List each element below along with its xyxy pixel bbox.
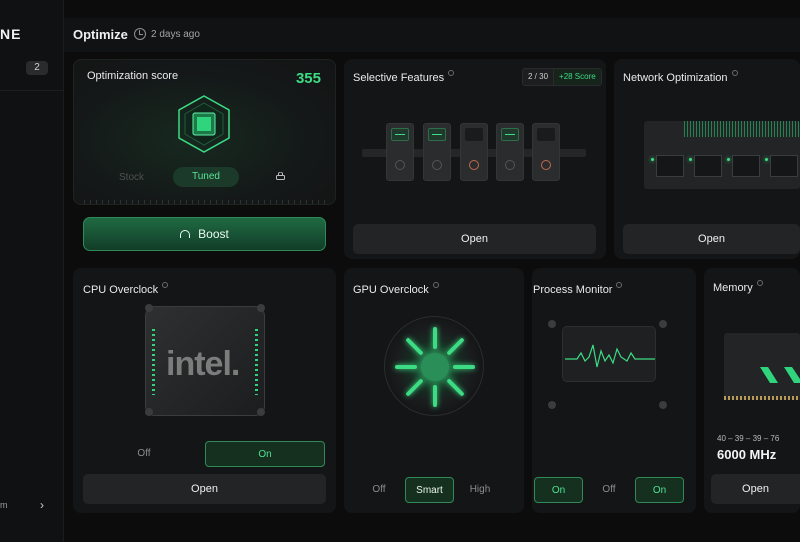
- gpu-overclock-title: GPU Overclock: [353, 282, 439, 296]
- monitor-stud: [548, 401, 556, 409]
- cpu-open-button[interactable]: Open: [83, 474, 326, 504]
- process-monitor-title: Process Monitor: [533, 282, 623, 296]
- mode-tuned-option[interactable]: Tuned: [173, 167, 239, 187]
- feature-switch-3[interactable]: [460, 123, 488, 181]
- feature-switch-1[interactable]: [386, 123, 414, 181]
- page-title: Optimize: [73, 27, 128, 42]
- cpu-overclock-title: CPU Overclock: [83, 282, 169, 296]
- ram-stripes: [760, 367, 800, 383]
- gpu-off-option[interactable]: Off: [362, 477, 396, 503]
- gauge-icon: [180, 230, 191, 238]
- cpu-overclock-toggle: Off On: [83, 441, 326, 467]
- sidebar-footer-label[interactable]: m: [0, 500, 8, 510]
- cpu-chip-illustration: intel.: [145, 306, 265, 416]
- ram-pins: [724, 396, 800, 400]
- info-icon[interactable]: [616, 282, 623, 288]
- network-port: [651, 155, 684, 177]
- sidebar-count-badge: 2: [26, 61, 48, 75]
- feature-switch-2[interactable]: [423, 123, 451, 181]
- cpu-overclock-card: CPU Overclock intel. Off On Open: [73, 268, 336, 513]
- network-wave: [684, 121, 800, 137]
- process-waveform-display: [562, 326, 656, 382]
- memory-timings: 40 – 39 – 39 – 76: [717, 434, 780, 443]
- memory-title: Memory: [713, 280, 763, 294]
- network-port: [689, 155, 722, 177]
- mode-stock-option[interactable]: Stock: [119, 172, 144, 183]
- chip-stud: [257, 408, 265, 416]
- optimization-score-label: Optimization score: [87, 70, 179, 82]
- process-on-option-2[interactable]: On: [635, 477, 684, 503]
- network-optimization-card: Network Optimization Open: [614, 59, 800, 259]
- feature-switch-5[interactable]: [532, 123, 560, 181]
- gpu-overclock-title-text: GPU Overclock: [353, 284, 429, 296]
- info-icon[interactable]: [756, 280, 763, 286]
- network-port: [727, 155, 760, 177]
- network-open-button[interactable]: Open: [623, 224, 800, 254]
- chevron-right-icon[interactable]: ›: [40, 498, 44, 512]
- chip-hex-icon: [178, 95, 230, 153]
- cpu-off-option[interactable]: Off: [83, 441, 205, 467]
- chip-stud: [145, 408, 153, 416]
- info-icon[interactable]: [162, 282, 169, 288]
- features-count-badge: 2 / 30 +28 Score: [522, 68, 602, 86]
- network-optimization-title-text: Network Optimization: [623, 72, 728, 84]
- network-switch-illustration: [644, 121, 800, 189]
- score-tick-scale: [84, 200, 327, 204]
- features-count: 2 / 30: [523, 69, 555, 85]
- brand-logo-text: NE: [0, 26, 22, 42]
- last-updated-text: 2 days ago: [151, 29, 200, 40]
- memory-card: Memory 40 – 39 – 39 – 76 6000 MHz Open: [704, 268, 800, 513]
- page-header: Optimize 2 days ago: [64, 18, 800, 52]
- lock-icon[interactable]: [276, 172, 285, 180]
- feature-switch-4[interactable]: [496, 123, 524, 181]
- memory-title-text: Memory: [713, 282, 753, 294]
- ram-module-illustration: [724, 333, 800, 399]
- info-icon[interactable]: [432, 282, 439, 288]
- info-icon[interactable]: [731, 70, 738, 76]
- selective-features-title-text: Selective Features: [353, 72, 445, 84]
- monitor-stud: [659, 401, 667, 409]
- chip-stud: [145, 304, 153, 312]
- boost-button[interactable]: Boost: [83, 217, 326, 251]
- cpu-on-option[interactable]: On: [205, 441, 325, 467]
- selective-features-open-button[interactable]: Open: [353, 224, 596, 254]
- memory-open-button[interactable]: Open: [711, 474, 800, 504]
- gpu-smart-option[interactable]: Smart: [405, 477, 454, 503]
- gpu-overclock-card: GPU Overclock Off Smart High: [344, 268, 524, 513]
- process-monitor-card: Process Monitor On Off On: [532, 268, 696, 513]
- network-port: [765, 155, 798, 177]
- optimization-score-value: 355: [295, 70, 321, 87]
- boost-button-label: Boost: [198, 227, 229, 241]
- clock-icon: [134, 28, 146, 40]
- process-on-option-1[interactable]: On: [534, 477, 583, 503]
- network-optimization-title: Network Optimization: [623, 70, 738, 84]
- selective-features-title: Selective Features: [353, 70, 455, 84]
- cpu-brand-logo: intel.: [166, 345, 240, 383]
- process-monitor-title-text: Process Monitor: [533, 284, 613, 296]
- process-off-option[interactable]: Off: [592, 477, 626, 503]
- cpu-overclock-title-text: CPU Overclock: [83, 284, 159, 296]
- sidebar: NE 2 m ›: [0, 0, 64, 542]
- gpu-fan-illustration: [384, 316, 484, 416]
- waveform-icon: [565, 344, 655, 368]
- sidebar-divider: [0, 90, 64, 91]
- info-icon[interactable]: [448, 70, 455, 76]
- gpu-high-option[interactable]: High: [462, 477, 498, 503]
- chip-stud: [257, 304, 265, 312]
- features-score-delta: +28 Score: [554, 69, 601, 85]
- optimization-score-card: Optimization score 355 Stock Tuned: [73, 59, 336, 205]
- monitor-stud: [548, 320, 556, 328]
- monitor-stud: [659, 320, 667, 328]
- selective-features-card: Selective Features 2 / 30 +28 Score Open: [344, 59, 606, 259]
- memory-speed: 6000 MHz: [717, 447, 777, 462]
